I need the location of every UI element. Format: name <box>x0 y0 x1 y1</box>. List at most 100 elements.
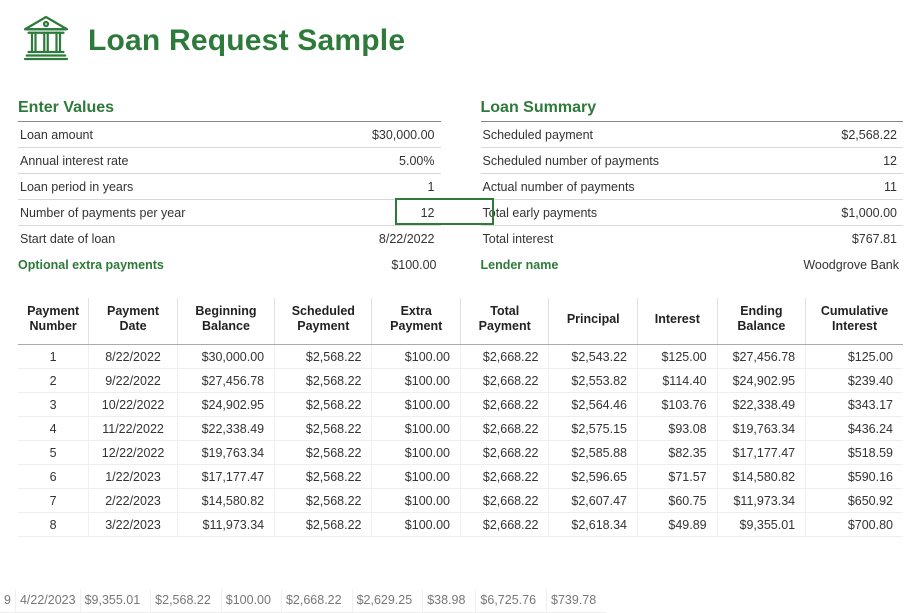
table-cell[interactable]: $2,668.22 <box>460 369 549 393</box>
table-cell[interactable]: 2/22/2023 <box>89 489 178 513</box>
table-cell[interactable]: $2,564.46 <box>549 393 638 417</box>
table-cell[interactable]: $103.76 <box>637 393 717 417</box>
table-cell[interactable]: $100.00 <box>372 393 461 417</box>
table-cell[interactable]: 1/22/2023 <box>89 465 178 489</box>
table-cell[interactable]: $2,668.22 <box>460 345 549 369</box>
enter-values-cell[interactable]: $30,000.00 <box>329 128 439 142</box>
table-cell[interactable]: $100.00 <box>372 441 461 465</box>
column-header[interactable]: TotalPayment <box>460 298 549 345</box>
enter-values-cell[interactable]: 12 <box>329 206 439 220</box>
table-cell[interactable]: $22,338.49 <box>717 393 806 417</box>
table-cell[interactable]: $2,568.22 <box>275 393 372 417</box>
table-cell[interactable]: $2,668.22 <box>460 417 549 441</box>
enter-values-cell[interactable]: 1 <box>329 180 439 194</box>
table-cell[interactable]: 9 <box>0 589 15 613</box>
table-cell[interactable]: $125.00 <box>806 345 903 369</box>
table-cell[interactable]: $9,355.01 <box>717 513 806 537</box>
table-cell[interactable]: $2,668.22 <box>460 441 549 465</box>
table-cell[interactable]: $17,177.47 <box>717 441 806 465</box>
table-cell[interactable]: $2,553.82 <box>549 369 638 393</box>
table-cell[interactable]: $100.00 <box>372 465 461 489</box>
table-cell[interactable]: $22,338.49 <box>177 417 274 441</box>
table-cell[interactable]: $2,668.22 <box>460 489 549 513</box>
table-cell[interactable]: $9,355.01 <box>80 589 151 613</box>
table-cell[interactable]: $739.78 <box>547 589 607 613</box>
table-cell[interactable]: $125.00 <box>637 345 717 369</box>
table-cell[interactable]: $700.80 <box>806 513 903 537</box>
table-cell[interactable]: $100.00 <box>372 489 461 513</box>
table-cell[interactable]: 7 <box>18 489 89 513</box>
table-cell[interactable]: 8/22/2022 <box>89 345 178 369</box>
table-cell[interactable]: 11/22/2022 <box>89 417 178 441</box>
table-cell[interactable]: $71.57 <box>637 465 717 489</box>
column-header[interactable]: ScheduledPayment <box>275 298 372 345</box>
table-cell[interactable]: 6 <box>18 465 89 489</box>
table-cell[interactable]: $82.35 <box>637 441 717 465</box>
table-cell[interactable]: $19,763.34 <box>717 417 806 441</box>
table-cell[interactable]: $100.00 <box>221 589 281 613</box>
table-cell[interactable]: $6,725.76 <box>476 589 547 613</box>
table-cell[interactable]: $30,000.00 <box>177 345 274 369</box>
table-cell[interactable]: $2,568.22 <box>275 513 372 537</box>
table-cell[interactable]: $2,568.22 <box>275 489 372 513</box>
table-cell[interactable]: $518.59 <box>806 441 903 465</box>
table-cell[interactable]: 1 <box>18 345 89 369</box>
table-cell[interactable]: $11,973.34 <box>717 489 806 513</box>
column-header[interactable]: ExtraPayment <box>372 298 461 345</box>
table-cell[interactable]: $11,973.34 <box>177 513 274 537</box>
table-cell[interactable]: $2,607.47 <box>549 489 638 513</box>
table-cell[interactable]: $2,568.22 <box>151 589 222 613</box>
table-cell[interactable]: $93.08 <box>637 417 717 441</box>
table-cell[interactable]: $14,580.82 <box>177 489 274 513</box>
table-cell[interactable]: 9/22/2022 <box>89 369 178 393</box>
table-cell[interactable]: $2,568.22 <box>275 417 372 441</box>
table-cell[interactable]: $2,568.22 <box>275 369 372 393</box>
table-cell[interactable]: $2,596.65 <box>549 465 638 489</box>
table-cell[interactable]: $27,456.78 <box>717 345 806 369</box>
table-cell[interactable]: $2,668.22 <box>460 393 549 417</box>
table-cell[interactable]: $2,543.22 <box>549 345 638 369</box>
table-cell[interactable]: $2,668.22 <box>460 513 549 537</box>
table-cell[interactable]: $27,456.78 <box>177 369 274 393</box>
table-cell[interactable]: $60.75 <box>637 489 717 513</box>
table-cell[interactable]: $2,629.25 <box>352 589 423 613</box>
table-cell[interactable]: $38.98 <box>423 589 476 613</box>
column-header[interactable]: PaymentDate <box>89 298 178 345</box>
table-cell[interactable]: $2,568.22 <box>275 441 372 465</box>
table-cell[interactable]: $100.00 <box>372 345 461 369</box>
table-cell[interactable]: 4 <box>18 417 89 441</box>
table-cell[interactable]: $19,763.34 <box>177 441 274 465</box>
table-cell[interactable]: $100.00 <box>372 417 461 441</box>
table-cell[interactable]: $114.40 <box>637 369 717 393</box>
table-cell[interactable]: $100.00 <box>372 513 461 537</box>
table-cell[interactable]: $2,668.22 <box>460 465 549 489</box>
table-cell[interactable]: $590.16 <box>806 465 903 489</box>
enter-values-cell[interactable]: 8/22/2022 <box>329 232 439 246</box>
table-cell[interactable]: $24,902.95 <box>177 393 274 417</box>
table-cell[interactable]: 8 <box>18 513 89 537</box>
column-header[interactable]: EndingBalance <box>717 298 806 345</box>
column-header[interactable]: Principal <box>549 298 638 345</box>
table-cell[interactable]: $650.92 <box>806 489 903 513</box>
column-header[interactable]: PaymentNumber <box>18 298 89 345</box>
table-cell[interactable]: 12/22/2022 <box>89 441 178 465</box>
column-header[interactable]: BeginningBalance <box>177 298 274 345</box>
table-cell[interactable]: 3/22/2023 <box>89 513 178 537</box>
table-cell[interactable]: $49.89 <box>637 513 717 537</box>
table-cell[interactable]: $14,580.82 <box>717 465 806 489</box>
table-cell[interactable]: 10/22/2022 <box>89 393 178 417</box>
table-cell[interactable]: $436.24 <box>806 417 903 441</box>
table-cell[interactable]: $100.00 <box>372 369 461 393</box>
column-header[interactable]: CumulativeInterest <box>806 298 903 345</box>
table-cell[interactable]: $2,568.22 <box>275 345 372 369</box>
table-cell[interactable]: 3 <box>18 393 89 417</box>
table-cell[interactable]: $2,575.15 <box>549 417 638 441</box>
table-cell[interactable]: $2,668.22 <box>281 589 352 613</box>
table-cell[interactable]: $343.17 <box>806 393 903 417</box>
column-header[interactable]: Interest <box>637 298 717 345</box>
table-cell[interactable]: 5 <box>18 441 89 465</box>
table-cell[interactable]: 4/22/2023 <box>15 589 80 613</box>
table-cell[interactable]: $2,585.88 <box>549 441 638 465</box>
table-cell[interactable]: $2,618.34 <box>549 513 638 537</box>
table-cell[interactable]: $2,568.22 <box>275 465 372 489</box>
